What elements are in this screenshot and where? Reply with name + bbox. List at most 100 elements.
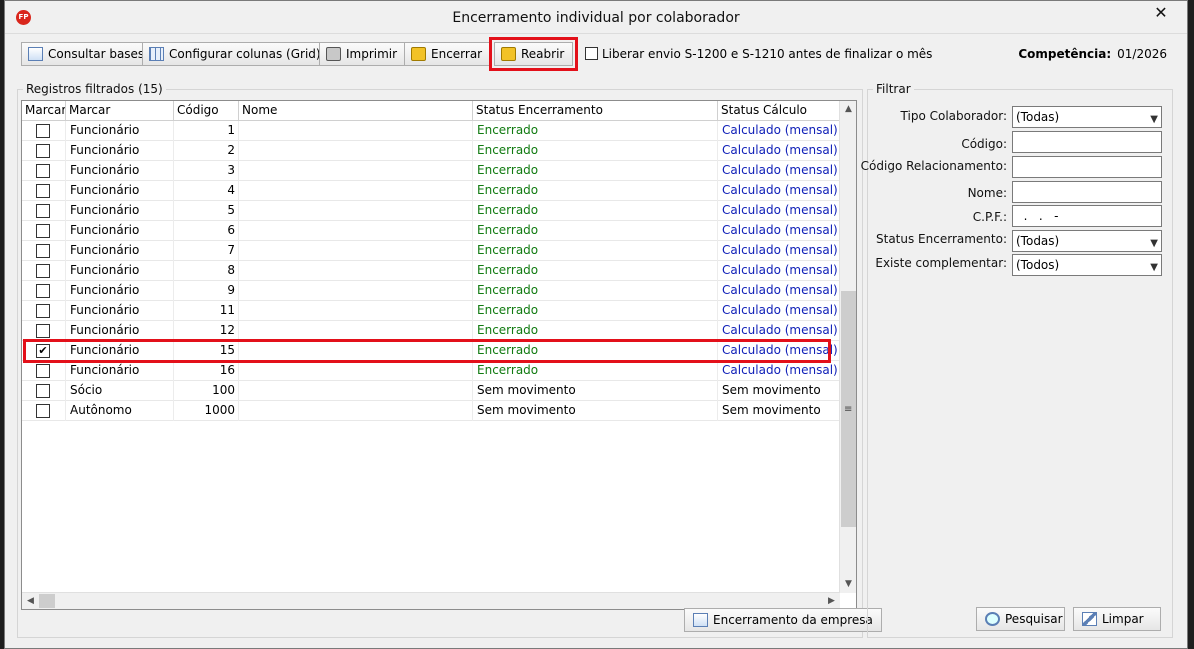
existe-complementar-select[interactable]: (Todos) ▼	[1012, 254, 1162, 276]
row-tipo: Funcionário	[66, 141, 174, 161]
title-bar: FP Encerramento individual por colaborad…	[5, 1, 1187, 34]
row-tipo: Funcionário	[66, 221, 174, 241]
reabrir-button[interactable]: Reabrir	[488, 37, 579, 71]
reabrir-label: Reabrir	[521, 47, 565, 61]
row-check-cell	[22, 401, 66, 421]
horizontal-scrollbar[interactable]: ◀ ▶	[22, 592, 840, 609]
status-encerramento-value: (Todas)	[1016, 234, 1060, 248]
row-checkbox[interactable]	[36, 124, 50, 138]
row-check-cell	[22, 381, 66, 401]
configurar-colunas-label: Configurar colunas (Grid)	[169, 47, 321, 61]
encerrar-button[interactable]: Encerrar	[404, 42, 492, 66]
row-checkbox[interactable]	[36, 284, 50, 298]
row-status-calculo: Calculado (mensal)	[722, 123, 838, 137]
table-row[interactable]: Autônomo 1000 Sem movimento Sem movimento	[22, 401, 840, 421]
row-status-encerramento: Encerrado	[473, 181, 718, 201]
row-status-calculo: Calculado (mensal)	[722, 203, 838, 217]
table-row[interactable]: Funcionário 9 Encerrado Calculado (mensal)	[22, 281, 840, 301]
col-status-encerramento[interactable]: Status Encerramento	[473, 101, 718, 121]
row-checkbox[interactable]	[36, 224, 50, 238]
col-codigo[interactable]: Código	[174, 101, 239, 121]
row-status-encerramento: Encerrado	[473, 201, 718, 221]
row-checkbox[interactable]	[36, 164, 50, 178]
tipo-colaborador-value: (Todas)	[1016, 110, 1060, 124]
row-tipo: Funcionário	[66, 281, 174, 301]
row-check-cell	[22, 121, 66, 141]
row-checkbox[interactable]	[36, 404, 50, 418]
table-row[interactable]: Sócio 100 Sem movimento Sem movimento	[22, 381, 840, 401]
table-row[interactable]: Funcionário 8 Encerrado Calculado (mensal)	[22, 261, 840, 281]
row-tipo: Funcionário	[66, 201, 174, 221]
col-marcar-check[interactable]: Marcar	[22, 101, 66, 121]
col-marcar[interactable]: Marcar	[66, 101, 174, 121]
table-row[interactable]: Funcionário 12 Encerrado Calculado (mensal)	[22, 321, 840, 341]
codigo-relacionamento-label: Código Relacionamento:	[860, 159, 1007, 173]
table-row[interactable]: Funcionário 3 Encerrado Calculado (mensal)	[22, 161, 840, 181]
scroll-left-icon[interactable]: ◀	[22, 593, 39, 609]
dialog-window: FP Encerramento individual por colaborad…	[4, 0, 1188, 649]
printer-icon	[326, 47, 341, 61]
codigo-relacionamento-input[interactable]	[1012, 156, 1162, 178]
row-check-cell	[22, 141, 66, 161]
limpar-button[interactable]: Limpar	[1073, 607, 1161, 631]
table-row[interactable]: Funcionário 5 Encerrado Calculado (mensal)	[22, 201, 840, 221]
row-nome	[239, 181, 473, 201]
row-status-calculo: Calculado (mensal)	[722, 263, 838, 277]
row-status-encerramento: Encerrado	[473, 361, 718, 381]
hscroll-thumb[interactable]	[39, 594, 55, 608]
encerramento-empresa-button[interactable]: Encerramento da empresa	[684, 608, 882, 632]
imprimir-button[interactable]: Imprimir	[319, 42, 407, 66]
vertical-scrollbar[interactable]: ▲ ≡ ▼	[839, 101, 856, 593]
cpf-label: C.P.F.:	[972, 210, 1007, 224]
configurar-colunas-button[interactable]: Configurar colunas (Grid)	[142, 42, 330, 66]
liberar-envio-label: Liberar envio S-1200 e S-1210 antes de f…	[602, 47, 933, 61]
row-tipo: Funcionário	[66, 261, 174, 281]
row-checkbox[interactable]	[36, 144, 50, 158]
row-status-calculo: Sem movimento	[722, 383, 821, 397]
row-codigo: 3	[174, 161, 239, 181]
table-row[interactable]: Funcionário 1 Encerrado Calculado (mensal)	[22, 121, 840, 141]
nome-input[interactable]	[1012, 181, 1162, 203]
row-nome	[239, 141, 473, 161]
lock-icon	[411, 47, 426, 61]
cpf-input[interactable]: . . -	[1012, 205, 1162, 227]
table-row[interactable]: Funcionário 6 Encerrado Calculado (mensal)	[22, 221, 840, 241]
row-codigo: 4	[174, 181, 239, 201]
table-row[interactable]: Funcionário 11 Encerrado Calculado (mensal)	[22, 301, 840, 321]
row-checkbox[interactable]	[36, 264, 50, 278]
status-encerramento-select[interactable]: (Todas) ▼	[1012, 230, 1162, 252]
row-nome	[239, 161, 473, 181]
row-status-encerramento: Encerrado	[473, 321, 718, 341]
row-checkbox[interactable]	[36, 204, 50, 218]
row-check-cell	[22, 301, 66, 321]
close-icon[interactable]: ✕	[1143, 2, 1179, 24]
row-check-cell	[22, 221, 66, 241]
codigo-input[interactable]	[1012, 131, 1162, 153]
table-row[interactable]: Funcionário 7 Encerrado Calculado (mensal)	[22, 241, 840, 261]
scroll-down-icon[interactable]: ▼	[840, 576, 856, 593]
table-row[interactable]: Funcionário 2 Encerrado Calculado (mensal)	[22, 141, 840, 161]
row-checkbox[interactable]	[36, 244, 50, 258]
liberar-envio-checkbox[interactable]: Liberar envio S-1200 e S-1210 antes de f…	[585, 47, 932, 63]
row-checkbox[interactable]	[36, 384, 50, 398]
col-status-calculo[interactable]: Status Cálculo	[718, 101, 840, 121]
consultar-bases-button[interactable]: Consultar bases	[21, 42, 154, 66]
row-nome	[239, 281, 473, 301]
row-checkbox[interactable]	[36, 184, 50, 198]
row-status-encerramento: Sem movimento	[473, 381, 718, 401]
table-row[interactable]: Funcionário 4 Encerrado Calculado (mensal)	[22, 181, 840, 201]
consultar-bases-label: Consultar bases	[48, 47, 145, 61]
liberar-envio-box[interactable]	[585, 47, 598, 60]
row-checkbox[interactable]	[36, 304, 50, 318]
table-row[interactable]: Funcionário 16 Encerrado Calculado (mensal)	[22, 361, 840, 381]
scroll-up-icon[interactable]: ▲	[840, 101, 856, 118]
pesquisar-button[interactable]: Pesquisar	[976, 607, 1065, 631]
row-checkbox[interactable]	[36, 364, 50, 378]
row-nome	[239, 401, 473, 421]
row-status-calculo: Calculado (mensal)	[722, 363, 838, 377]
row-checkbox[interactable]	[36, 324, 50, 338]
row-status-calculo: Sem movimento	[722, 403, 821, 417]
row-tipo: Autônomo	[66, 401, 174, 421]
tipo-colaborador-select[interactable]: (Todas) ▼	[1012, 106, 1162, 128]
col-nome[interactable]: Nome	[239, 101, 473, 121]
